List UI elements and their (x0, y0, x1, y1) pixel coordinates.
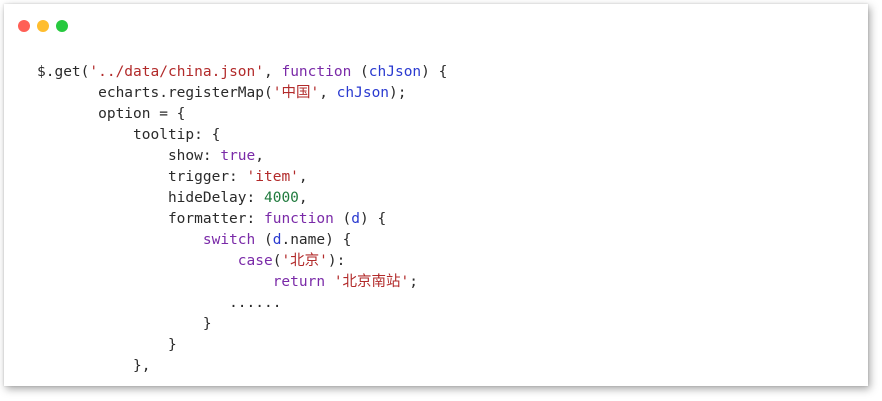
code-token-plain: show: (167, 148, 221, 164)
code-token-plain: } (202, 316, 212, 332)
code-token-plain: $.get( (37, 64, 90, 80)
code-token-plain: , (298, 190, 308, 206)
code-token-plain: ) { (360, 211, 387, 227)
code-line: return '北京南站'; (37, 272, 447, 293)
code-line: case('北京'): (37, 251, 447, 272)
code-line: tooltip: { (37, 125, 447, 146)
code-token-param: chJson (336, 85, 390, 101)
code-token-string: '北京南站' (333, 274, 410, 290)
code-token-plain: } (167, 337, 177, 353)
code-line: switch (d.name) { (37, 230, 447, 251)
minimize-dot-icon[interactable] (37, 20, 49, 32)
code-token-plain: ): (327, 253, 346, 269)
code-token-keyword: function (281, 64, 352, 80)
code-token-string: '../data/china.json' (89, 64, 264, 80)
maximize-dot-icon[interactable] (56, 20, 68, 32)
code-line: } (37, 335, 447, 356)
code-token-plain: hideDelay: (167, 190, 264, 206)
code-token-plain: , (319, 85, 337, 101)
code-line: formatter: function (d) { (37, 209, 447, 230)
code-token-param: d (351, 211, 361, 227)
code-token-string: '中国' (272, 85, 320, 101)
code-token-plain: option = { (98, 106, 186, 122)
code-token-keyword: switch (202, 232, 256, 248)
code-line: }, (37, 356, 447, 377)
code-token-plain: ( (255, 232, 273, 248)
code-token-plain: .name) { (281, 232, 352, 248)
code-token-plain: echarts.registerMap( (98, 85, 273, 101)
code-token-plain: ( (351, 64, 369, 80)
code-token-keyword: function (263, 211, 334, 227)
code-token-plain: ( (333, 211, 352, 227)
code-token-plain: trigger: (167, 169, 247, 185)
code-block: $.get('../data/china.json', function (ch… (37, 62, 447, 377)
code-token-plain: ; (409, 274, 419, 290)
code-token-plain: }, (133, 358, 151, 374)
code-window: $.get('../data/china.json', function (ch… (4, 4, 868, 386)
code-token-plain: , (298, 169, 308, 185)
code-token-param: chJson (368, 64, 422, 80)
close-dot-icon[interactable] (18, 20, 30, 32)
code-token-string: 'item' (246, 169, 299, 185)
code-line: ...... (37, 293, 447, 314)
code-token-plain: , (264, 64, 282, 80)
code-token-plain: formatter: (167, 211, 264, 227)
code-token-plain: ...... (229, 295, 282, 311)
code-line: } (37, 314, 447, 335)
code-line: show: true, (37, 146, 447, 167)
code-line: option = { (37, 104, 447, 125)
code-token-number: 4000 (263, 190, 299, 206)
code-line: hideDelay: 4000, (37, 188, 447, 209)
code-token-plain: ); (389, 85, 407, 101)
code-token-keyword: return (272, 274, 326, 290)
code-token-keyword: case (237, 253, 273, 269)
code-token-plain: tooltip: { (133, 127, 221, 143)
code-line: trigger: 'item', (37, 167, 447, 188)
code-line: $.get('../data/china.json', function (ch… (37, 62, 447, 83)
code-line: echarts.registerMap('中国', chJson); (37, 83, 447, 104)
code-token-string: '北京' (281, 253, 328, 269)
code-token-plain: ) { (421, 64, 448, 80)
code-token-plain: , (255, 148, 264, 164)
code-token-keyword: true (220, 148, 256, 164)
